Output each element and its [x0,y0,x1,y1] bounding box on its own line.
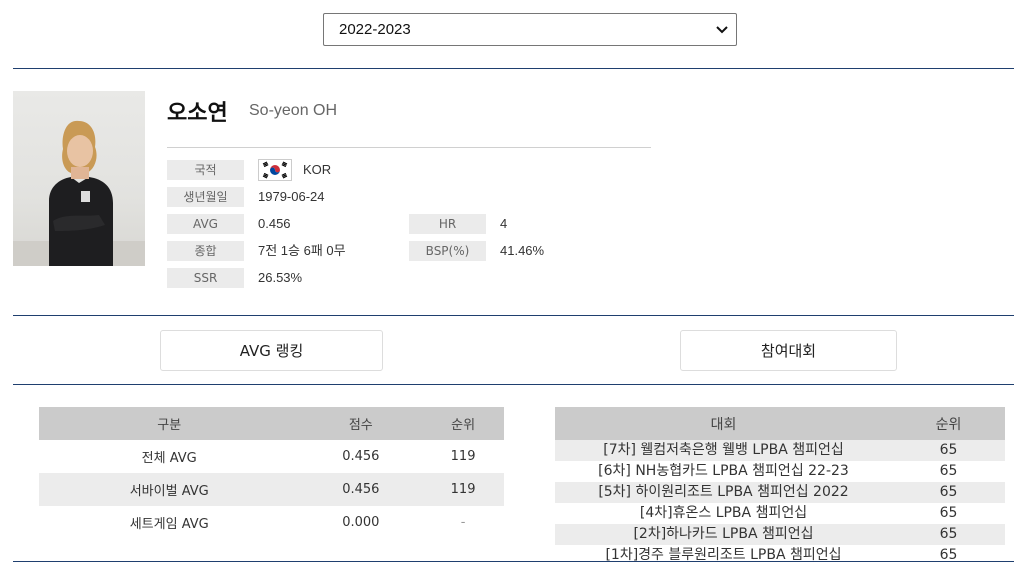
tournament-table-scroll[interactable]: 대회 순위 [7차] 웰컴저축은행 웰뱅 LPBA 챔피언십 65 [6차] N… [555,407,1005,561]
total-record-label: 종합 [167,241,244,261]
avg-value: 0.456 [258,216,291,231]
total-record-value: 7전 1승 6패 0무 [258,243,346,258]
hr-label: HR [409,214,486,234]
bsp-label: BSP(%) [409,241,486,261]
divider-bottom [13,561,1014,562]
season-select-value: 2022-2023 [339,21,411,38]
tournament-name: [6차] NH농협카드 LPBA 챔피언십 22-23 [555,461,892,482]
table-row[interactable]: [7차] 웰컴저축은행 웰뱅 LPBA 챔피언십 65 [555,440,1005,461]
table-cell: 119 [422,440,504,473]
birth-date-value: 1979-06-24 [258,189,325,204]
tournament-rank: 65 [892,545,1005,561]
table-row[interactable]: [2차]하나카드 LPBA 챔피언십 65 [555,524,1005,545]
table-row: 세트게임 AVG 0.000 - [39,506,504,539]
hr-value: 4 [500,216,508,231]
player-photo [13,91,145,266]
ssr-label: SSR [167,268,244,288]
table-cell: 세트게임 AVG [39,506,300,539]
column-header: 순위 [892,407,1005,440]
table-row[interactable]: [6차] NH농협카드 LPBA 챔피언십 22-23 65 [555,461,1005,482]
column-header: 대회 [555,407,892,440]
nationality-value: KOR [303,162,332,177]
tournament-name: [5차] 하이원리조트 LPBA 챔피언십 2022 [555,482,892,503]
avg-ranking-table: 구분 점수 순위 전체 AVG 0.456 119 서바이벌 AVG 0.456… [39,407,504,539]
table-cell: 0.000 [299,506,423,539]
table-cell: 서바이벌 AVG [39,473,300,506]
season-select[interactable]: 2022-2023 [323,13,737,46]
nationality-label: 국적 [167,160,244,180]
table-cell: 119 [422,473,504,506]
table-header-row: 구분 점수 순위 [39,407,504,440]
chevron-down-icon [716,24,728,36]
column-header: 순위 [422,407,504,440]
south-korea-flag-icon [258,159,292,181]
table-row[interactable]: [4차]휴온스 LPBA 챔피언십 65 [555,503,1005,524]
table-cell: 전체 AVG [39,440,300,473]
table-cell: - [422,506,504,539]
divider-top [13,68,1014,69]
table-row[interactable]: [1차]경주 블루원리조트 LPBA 챔피언십 65 [555,545,1005,561]
tournament-rank: 65 [892,461,1005,482]
player-name-korean: 오소연 [167,101,228,126]
tournament-name: [7차] 웰컴저축은행 웰뱅 LPBA 챔피언십 [555,440,892,461]
player-name-english: So-yeon OH [249,102,338,119]
column-header: 점수 [299,407,423,440]
table-row: 서바이벌 AVG 0.456 119 [39,473,504,506]
tab-tournaments[interactable]: 참여대회 [680,330,897,371]
tab-avg-ranking[interactable]: AVG 랭킹 [160,330,383,371]
tournament-name: [2차]하나카드 LPBA 챔피언십 [555,524,892,545]
tournament-table: 대회 순위 [7차] 웰컴저축은행 웰뱅 LPBA 챔피언십 65 [6차] N… [555,407,1005,561]
tournament-rank: 65 [892,524,1005,545]
name-divider [167,147,651,148]
tournament-name: [4차]휴온스 LPBA 챔피언십 [555,503,892,524]
table-row: 전체 AVG 0.456 119 [39,440,504,473]
column-header: 구분 [39,407,300,440]
table-cell: 0.456 [299,440,423,473]
tournament-name: [1차]경주 블루원리조트 LPBA 챔피언십 [555,545,892,561]
avg-label: AVG [167,214,244,234]
bsp-value: 41.46% [500,243,545,258]
birth-date-label: 생년월일 [167,187,244,207]
divider-tabs [13,384,1014,385]
divider-middle [13,315,1014,316]
ssr-value: 26.53% [258,270,303,285]
tournament-rank: 65 [892,482,1005,503]
table-row[interactable]: [5차] 하이원리조트 LPBA 챔피언십 2022 65 [555,482,1005,503]
table-header-row: 대회 순위 [555,407,1005,440]
tournament-rank: 65 [892,440,1005,461]
table-cell: 0.456 [299,473,423,506]
tournament-rank: 65 [892,503,1005,524]
